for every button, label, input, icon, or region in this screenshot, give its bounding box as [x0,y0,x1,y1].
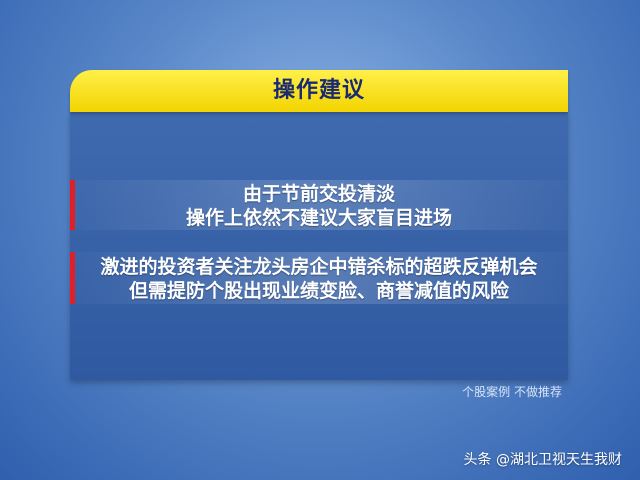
panel-body [70,112,568,380]
disclaimer-text: 个股案例 不做推荐 [462,385,562,399]
advice-item-1-line-2: 操作上依然不建议大家盲目进场 [185,207,452,229]
source-watermark: 头条 @湖北卫视天生我财 [463,452,622,468]
advice-item-2-line-1: 激进的投资者关注龙头房企中错杀标的超跌反弹机会 [100,256,538,278]
panel-title: 操作建议 [272,78,365,103]
advice-item-1-line-1: 由于节前交投清淡 [242,183,395,205]
advice-item-2-line-2: 但需提防个股出现业绩变脸、商誉减值的风险 [128,280,509,302]
